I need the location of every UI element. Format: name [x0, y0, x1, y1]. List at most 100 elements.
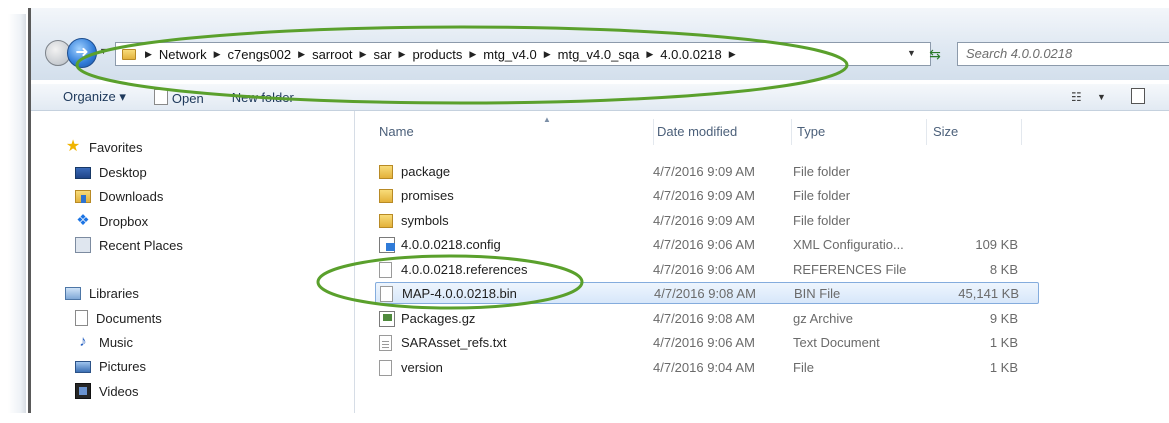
- file-size: [930, 161, 1018, 183]
- file-date: 4/7/2016 9:08 AM: [654, 286, 756, 301]
- file-date: 4/7/2016 9:04 AM: [653, 360, 755, 375]
- generic-file-icon: [380, 286, 393, 302]
- breadcrumb-products[interactable]: products: [408, 47, 466, 62]
- column-header-date[interactable]: Date modified: [657, 121, 737, 143]
- nav-item-downloads[interactable]: Downloads: [75, 186, 163, 206]
- file-date: 4/7/2016 9:06 AM: [653, 237, 755, 252]
- file-row[interactable]: SARAsset_refs.txt 4/7/2016 9:06 AM Text …: [375, 332, 1039, 354]
- column-divider[interactable]: [926, 119, 927, 145]
- chevron-right-icon[interactable]: ▶: [142, 49, 155, 60]
- chevron-right-icon[interactable]: ▶: [211, 49, 224, 60]
- file-name: 4.0.0.0218.references: [401, 262, 528, 277]
- open-button[interactable]: Open: [140, 88, 218, 106]
- preview-pane-icon[interactable]: [1131, 88, 1145, 104]
- file-date: 4/7/2016 9:06 AM: [653, 335, 755, 350]
- nav-item-music[interactable]: ♪ Music: [75, 332, 133, 352]
- libraries-label: Libraries: [89, 285, 139, 301]
- column-header-type[interactable]: Type: [797, 121, 825, 143]
- chevron-right-icon[interactable]: ▶: [357, 49, 370, 60]
- chevron-right-icon[interactable]: ▶: [396, 49, 409, 60]
- archive-icon: [379, 311, 395, 327]
- open-icon: [153, 88, 168, 105]
- file-type: File folder: [793, 164, 851, 179]
- file-size: 45,141 KB: [958, 286, 1019, 301]
- file-row[interactable]: Packages.gz 4/7/2016 9:08 AM gz Archive …: [375, 308, 1039, 330]
- nav-item-label: Desktop: [99, 164, 147, 180]
- file-type: XML Configuratio...: [793, 237, 904, 252]
- view-dropdown-icon[interactable]: ▼: [1097, 92, 1106, 102]
- column-divider[interactable]: [791, 119, 792, 145]
- file-size: [930, 185, 1018, 207]
- file-row[interactable]: 4.0.0.0218.config 4/7/2016 9:06 AM XML C…: [375, 234, 1039, 256]
- address-dropdown-icon[interactable]: ▼: [907, 48, 916, 58]
- nav-item-pictures[interactable]: Pictures: [75, 356, 146, 376]
- nav-item-desktop[interactable]: Desktop: [75, 162, 147, 182]
- page-top-strip: [0, 0, 1169, 8]
- nav-item-label: Downloads: [99, 188, 164, 204]
- libraries-header[interactable]: Libraries: [65, 283, 139, 303]
- column-divider[interactable]: [653, 119, 654, 145]
- file-row[interactable]: symbols 4/7/2016 9:09 AM File folder: [375, 210, 1039, 232]
- folder-icon: [379, 165, 393, 179]
- file-size: 9 KB: [989, 311, 1018, 326]
- file-row[interactable]: promises 4/7/2016 9:09 AM File folder: [375, 185, 1039, 207]
- file-date: 4/7/2016 9:09 AM: [653, 213, 755, 228]
- column-divider[interactable]: [1021, 119, 1022, 145]
- file-name: version: [401, 360, 443, 375]
- breadcrumb-current[interactable]: 4.0.0.0218: [656, 47, 725, 62]
- chevron-right-icon[interactable]: ▶: [726, 49, 739, 60]
- explorer-window: ➜ ▼ ▶ Network ▶ c7engs002 ▶ sarroot ▶ sa…: [28, 8, 1169, 413]
- new-folder-button[interactable]: New folder: [218, 90, 308, 105]
- file-name: Packages.gz: [401, 311, 476, 326]
- recent-pages-dropdown-icon[interactable]: ▼: [99, 46, 108, 56]
- nav-item-dropbox[interactable]: ❖ Dropbox: [75, 211, 148, 231]
- nav-item-label: Recent Places: [99, 237, 183, 253]
- generic-file-icon: [379, 360, 392, 376]
- videos-icon: [75, 383, 91, 399]
- nav-item-videos[interactable]: Videos: [75, 381, 139, 401]
- forward-button[interactable]: ➜: [67, 38, 97, 68]
- file-name: SARAsset_refs.txt: [401, 335, 507, 350]
- folder-icon: [379, 214, 393, 228]
- breadcrumb-sar[interactable]: sar: [369, 47, 395, 62]
- file-row[interactable]: 4.0.0.0218.references 4/7/2016 9:06 AM R…: [375, 259, 1039, 281]
- column-header-size[interactable]: Size: [933, 121, 958, 143]
- address-bar[interactable]: ▶ Network ▶ c7engs002 ▶ sarroot ▶ sar ▶ …: [115, 42, 931, 66]
- nav-item-label: Pictures: [99, 358, 146, 374]
- file-row[interactable]: package 4/7/2016 9:09 AM File folder: [375, 161, 1039, 183]
- favorites-header[interactable]: ★ Favorites: [65, 137, 143, 157]
- nav-item-label: Videos: [99, 383, 139, 399]
- nav-item-documents[interactable]: Documents: [75, 308, 162, 328]
- file-name: 4.0.0.0218.config: [401, 237, 501, 252]
- file-row[interactable]: version 4/7/2016 9:04 AM File 1 KB: [375, 357, 1039, 379]
- search-input[interactable]: Search 4.0.0.0218: [957, 42, 1169, 66]
- file-type: File folder: [793, 213, 851, 228]
- chevron-right-icon[interactable]: ▶: [541, 49, 554, 60]
- file-size: 109 KB: [975, 237, 1018, 252]
- chevron-right-icon[interactable]: ▶: [466, 49, 479, 60]
- breadcrumb-mtg-v4-sqa[interactable]: mtg_v4.0_sqa: [554, 47, 644, 62]
- refresh-icon[interactable]: ⇆: [923, 44, 947, 64]
- file-name: symbols: [401, 213, 449, 228]
- breadcrumb-mtg-v4[interactable]: mtg_v4.0: [479, 47, 540, 62]
- nav-item-label: Music: [99, 334, 133, 350]
- breadcrumb-sarroot[interactable]: sarroot: [308, 47, 356, 62]
- breadcrumb-server[interactable]: c7engs002: [224, 47, 296, 62]
- file-name: package: [401, 164, 451, 179]
- chevron-right-icon[interactable]: ▶: [643, 49, 656, 60]
- change-view-icon[interactable]: ☷: [1071, 90, 1082, 104]
- file-name: promises: [401, 188, 454, 203]
- libraries-icon: [65, 286, 81, 300]
- desktop-icon: [75, 167, 91, 179]
- address-row: ➜ ▼ ▶ Network ▶ c7engs002 ▶ sarroot ▶ sa…: [31, 8, 1169, 80]
- breadcrumb-network[interactable]: Network: [155, 47, 211, 62]
- favorites-label: Favorites: [89, 139, 143, 155]
- column-header-name[interactable]: Name: [379, 121, 414, 143]
- nav-item-recent-places[interactable]: Recent Places: [75, 235, 183, 255]
- file-row-selected[interactable]: MAP-4.0.0.0218.bin 4/7/2016 9:08 AM BIN …: [375, 282, 1039, 304]
- organize-button[interactable]: Organize ▾: [31, 89, 140, 105]
- file-type: Text Document: [793, 335, 880, 350]
- chevron-right-icon[interactable]: ▶: [295, 49, 308, 60]
- downloads-icon: [75, 189, 91, 203]
- file-type: gz Archive: [793, 311, 853, 326]
